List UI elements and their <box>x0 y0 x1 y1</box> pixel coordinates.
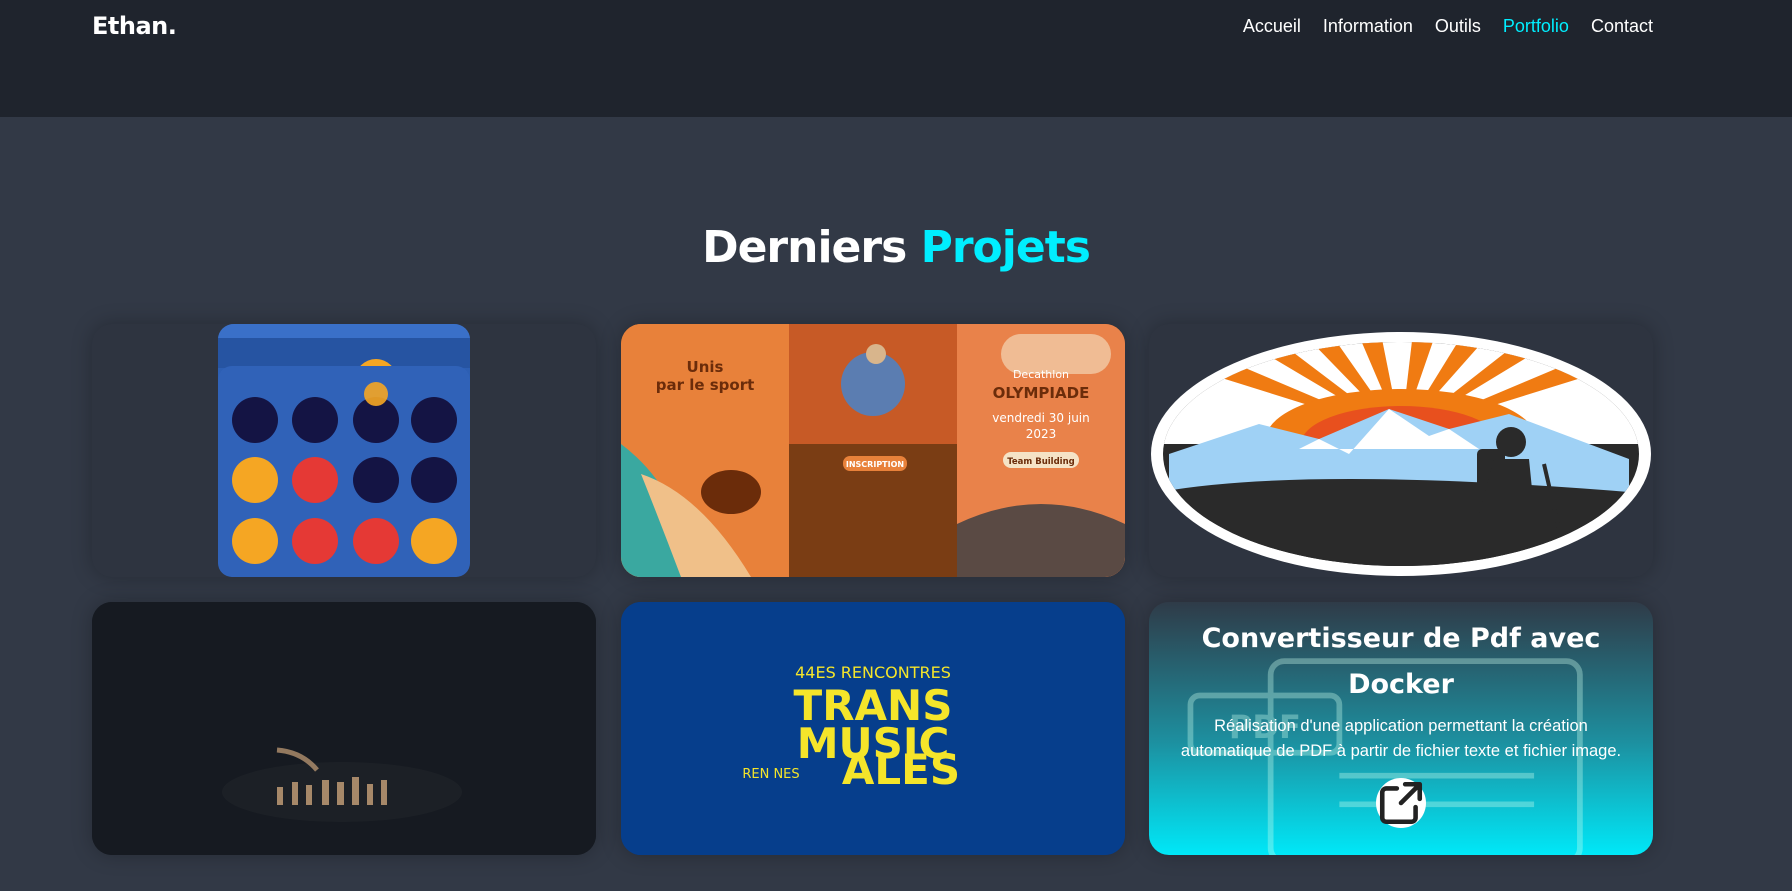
chess-image <box>92 602 596 855</box>
brochure-brand: Decathlon <box>1013 368 1069 381</box>
main-nav: Accueil Information Outils Portfolio Con… <box>1243 16 1653 37</box>
brochure-year: 2023 <box>1026 427 1057 441</box>
poster-line-4-small: REN NES <box>742 767 799 782</box>
section-title-accent: Projets <box>920 222 1091 273</box>
project-title: Convertisseur de Pdf avec Docker <box>1201 623 1601 700</box>
site-logo[interactable]: Ethan. <box>92 12 177 40</box>
project-card-trans-musicales[interactable]: 44ES RENCONTRES TRANS MUSIC REN NES ALES <box>621 602 1125 855</box>
project-card-chess[interactable] <box>92 602 596 855</box>
hiker-logo-image <box>1151 332 1651 576</box>
nav-link-portfolio[interactable]: Portfolio <box>1503 16 1569 37</box>
poster-line-4: ALES <box>842 745 960 794</box>
brochure-title: OLYMPIADE <box>993 384 1090 402</box>
section-title-main: Derniers <box>702 222 907 273</box>
section-title: Derniers Projets <box>0 222 1792 273</box>
poster-line-1: 44ES RENCONTRES <box>795 663 951 682</box>
project-link-button[interactable] <box>1376 778 1426 828</box>
site-header: Ethan. Accueil Information Outils Portfo… <box>0 0 1792 117</box>
nav-link-information[interactable]: Information <box>1323 16 1413 37</box>
project-card-connect-four[interactable] <box>92 324 596 577</box>
project-description: Réalisation d'une application permettant… <box>1180 717 1622 760</box>
project-card-pdf-converter[interactable]: PDF Convertisseur de Pdf avec Docker Réa… <box>1149 602 1653 855</box>
olympiade-brochure-image: Unis par le sport INSCRIPTION Decathlon … <box>621 324 1125 577</box>
project-card-olympiade[interactable]: Unis par le sport INSCRIPTION Decathlon … <box>621 324 1125 577</box>
project-card-hiker[interactable] <box>1149 324 1653 577</box>
brochure-left-title-2: par le sport <box>656 376 755 394</box>
nav-link-accueil[interactable]: Accueil <box>1243 16 1301 37</box>
external-link-icon <box>1379 781 1423 825</box>
nav-link-outils[interactable]: Outils <box>1435 16 1481 37</box>
brochure-left-title-1: Unis <box>687 358 724 376</box>
brochure-inscription-label: INSCRIPTION <box>846 460 904 469</box>
nav-link-contact[interactable]: Contact <box>1591 16 1653 37</box>
connect-four-image <box>218 324 470 577</box>
trans-musicales-poster: 44ES RENCONTRES TRANS MUSIC REN NES ALES <box>621 602 1125 855</box>
brochure-team-building: Team Building <box>1007 457 1074 467</box>
brochure-date: vendredi 30 juin <box>992 411 1090 425</box>
